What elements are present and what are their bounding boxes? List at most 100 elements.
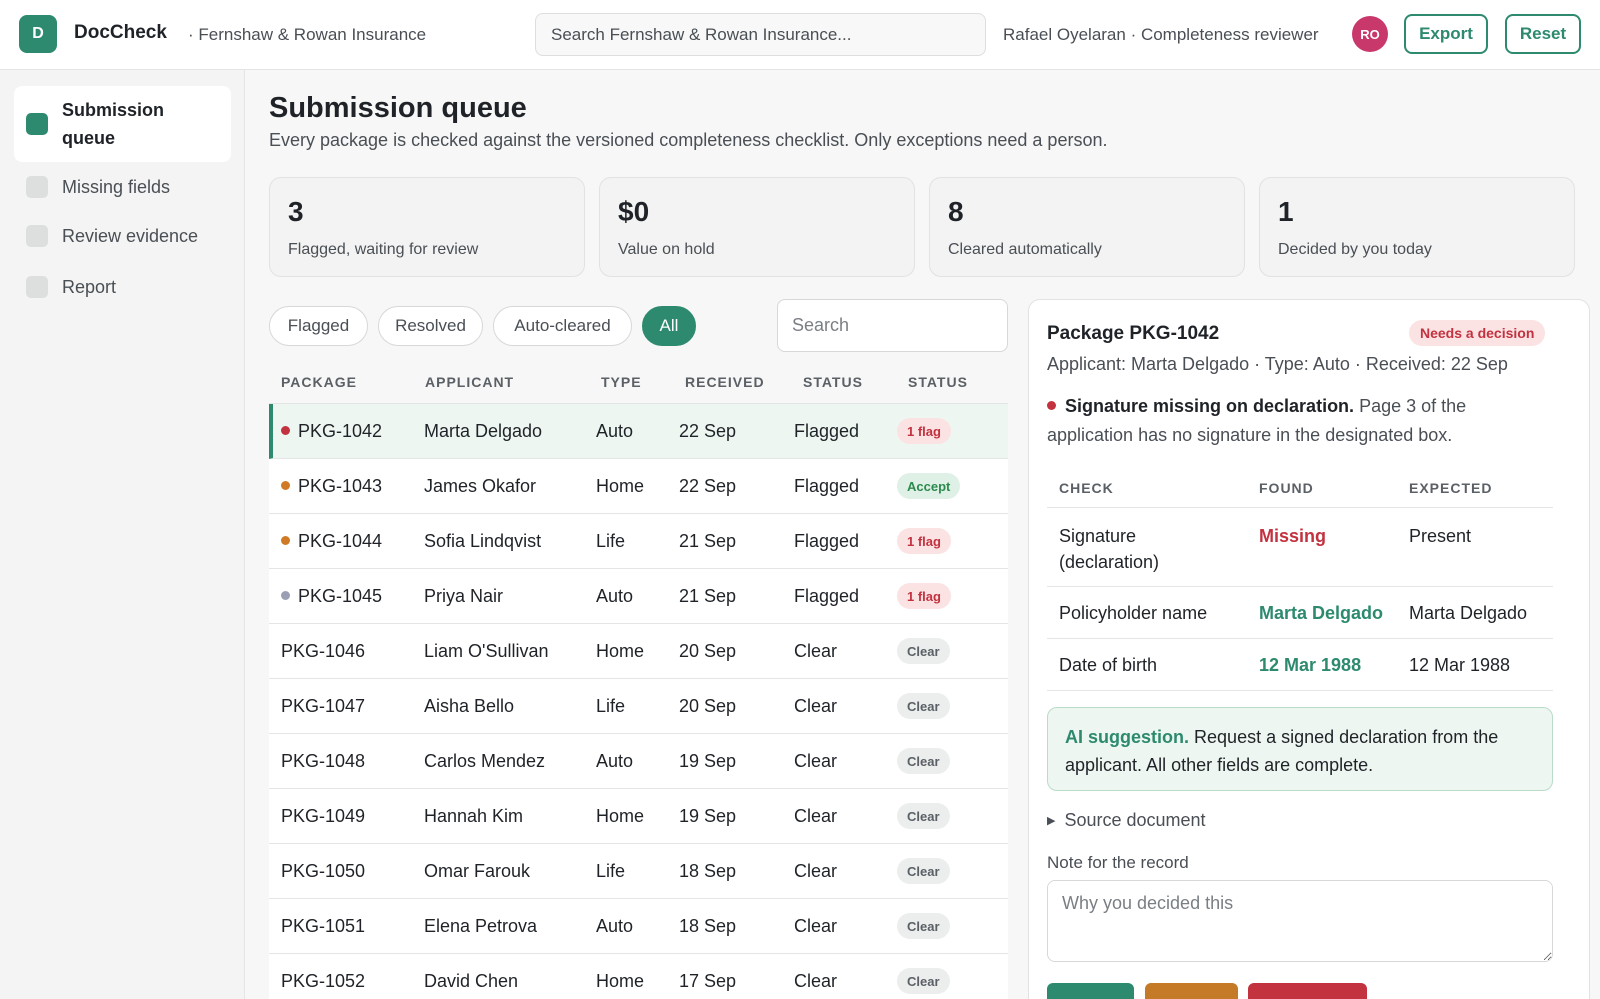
sidebar-item-review-evidence[interactable]: Review evidence bbox=[14, 222, 231, 250]
column-header-status-badge[interactable]: STATUS bbox=[908, 374, 968, 390]
check-table-header: CHECK FOUND EXPECTED bbox=[1047, 466, 1553, 508]
organization-name: · Fernshaw & Rowan Insurance bbox=[188, 25, 427, 44]
check-name: Policyholder name bbox=[1059, 603, 1208, 623]
sidebar-item-label: Missing fields bbox=[62, 176, 171, 197]
source-document-label: Source document bbox=[1064, 810, 1206, 830]
table-row[interactable]: PKG-1043 James Okafor Home 22 Sep Flagged Acc… bbox=[269, 459, 1008, 514]
cell-package-text: PKG-1052 bbox=[281, 971, 366, 991]
cell-package-text: PKG-1049 bbox=[281, 806, 366, 826]
table-row[interactable]: PKG-1049 Hannah Kim Home 19 Sep Clear Clear bbox=[269, 789, 1008, 844]
page-title: Submission queue bbox=[269, 92, 527, 124]
sidebar-item-report[interactable]: Report bbox=[14, 273, 231, 301]
check-name: Date of birth bbox=[1059, 655, 1158, 675]
cell-applicant-text: James Okafor bbox=[424, 476, 537, 496]
package-detail-panel: Package PKG-1042 Needs a decision Applic… bbox=[1028, 299, 1590, 999]
issue-title: Signature missing on declaration. bbox=[1065, 396, 1355, 416]
cell-received-text: 17 Sep bbox=[679, 971, 737, 991]
cell-status: Clear bbox=[794, 916, 837, 937]
column-header-type[interactable]: TYPE bbox=[601, 374, 642, 390]
cell-package: PKG-1049 bbox=[281, 806, 365, 827]
cell-type: Home bbox=[596, 806, 644, 827]
column-header-package[interactable]: PACKAGE bbox=[281, 374, 357, 390]
cell-status-text: Clear bbox=[794, 971, 838, 991]
avatar[interactable]: RO bbox=[1352, 16, 1388, 52]
cell-received-text: 19 Sep bbox=[679, 751, 737, 771]
cell-type: Auto bbox=[596, 751, 633, 772]
stat-label: Value on hold bbox=[618, 241, 715, 258]
global-search-input[interactable] bbox=[535, 13, 986, 56]
cell-applicant: David Chen bbox=[424, 971, 518, 992]
note-textarea[interactable] bbox=[1047, 880, 1553, 962]
table-row[interactable]: PKG-1046 Liam O'Sullivan Home 20 Sep Clear Cl… bbox=[269, 624, 1008, 679]
table-row[interactable]: PKG-1051 Elena Petrova Auto 18 Sep Clear Clea… bbox=[269, 899, 1008, 954]
request-action-button[interactable] bbox=[1145, 983, 1238, 999]
check-row: Policyholder name Marta Delgado Marta De… bbox=[1047, 587, 1553, 639]
cell-applicant: Omar Farouk bbox=[424, 861, 530, 882]
cell-package: PKG-1045 bbox=[281, 586, 382, 607]
cell-received-text: 18 Sep bbox=[679, 916, 737, 936]
sidebar-item-missing-fields[interactable]: Missing fields bbox=[14, 173, 231, 201]
row-status-badge: 1 flag bbox=[897, 418, 951, 444]
cell-applicant-text: Sofia Lindqvist bbox=[424, 531, 542, 551]
check-found: 12 Mar 1988 bbox=[1259, 655, 1362, 675]
cell-package-text: PKG-1050 bbox=[281, 861, 366, 881]
table-row[interactable]: PKG-1045 Priya Nair Auto 21 Sep Flagged 1 fla… bbox=[269, 569, 1008, 624]
check-expected: Marta Delgado bbox=[1409, 603, 1528, 623]
cell-status: Clear bbox=[794, 861, 837, 882]
page-subtitle: Every package is checked against the ver… bbox=[269, 130, 1108, 150]
filter-chip-auto-cleared[interactable]: Auto-cleared bbox=[493, 306, 632, 346]
cell-status: Flagged bbox=[794, 476, 859, 497]
cell-type-text: Home bbox=[596, 971, 645, 991]
table-row[interactable]: PKG-1047 Aisha Bello Life 20 Sep Clear Clear bbox=[269, 679, 1008, 734]
cell-type-text: Life bbox=[596, 696, 626, 716]
table-search-input[interactable] bbox=[777, 299, 1008, 352]
check-found: Marta Delgado bbox=[1259, 603, 1384, 623]
table-header: PACKAGE APPLICANT TYPE RECEIVED STATUS S… bbox=[269, 359, 1008, 404]
filter-chip-flagged[interactable]: Flagged bbox=[269, 306, 368, 346]
export-button[interactable]: Export bbox=[1404, 14, 1488, 54]
cell-applicant-text: Marta Delgado bbox=[424, 421, 543, 441]
cell-package-text: PKG-1045 bbox=[298, 586, 383, 606]
submission-table: PACKAGE APPLICANT TYPE RECEIVED STATUS S… bbox=[269, 359, 1008, 999]
row-status-badge: Clear bbox=[897, 913, 950, 939]
reject-action-button[interactable] bbox=[1248, 983, 1367, 999]
table-row[interactable]: PKG-1052 David Chen Home 17 Sep Clear Clear bbox=[269, 954, 1008, 999]
stat-card-flagged: 3 Flagged, waiting for review bbox=[269, 177, 585, 277]
column-header-received[interactable]: RECEIVED bbox=[685, 374, 765, 390]
cell-status-text: Clear bbox=[794, 861, 838, 881]
row-status-badge: Clear bbox=[897, 638, 950, 664]
filter-chip-resolved[interactable]: Resolved bbox=[378, 306, 483, 346]
cell-type: Life bbox=[596, 861, 625, 882]
check-row: Signature (declaration) Missing Present bbox=[1047, 508, 1553, 587]
nav-square-icon bbox=[26, 225, 48, 247]
cell-type: Life bbox=[596, 531, 625, 552]
source-document-toggle[interactable]: ▶ Source document bbox=[1047, 810, 1206, 831]
cell-received: 20 Sep bbox=[679, 641, 736, 662]
filter-chip-all[interactable]: All bbox=[642, 306, 696, 346]
cell-package: PKG-1047 bbox=[281, 696, 365, 717]
table-row[interactable]: PKG-1048 Carlos Mendez Auto 19 Sep Clear Clea… bbox=[269, 734, 1008, 789]
accept-action-button[interactable] bbox=[1047, 983, 1134, 999]
column-header-check: CHECK bbox=[1059, 480, 1114, 496]
cell-applicant-text: Aisha Bello bbox=[424, 696, 515, 716]
ai-suggestion: AI suggestion. Request a signed declarat… bbox=[1047, 707, 1553, 791]
reset-button[interactable]: Reset bbox=[1505, 14, 1581, 54]
column-header-status[interactable]: STATUS bbox=[803, 374, 863, 390]
stat-card-value-on-hold: $0 Value on hold bbox=[599, 177, 915, 277]
sidebar-item-submission-queue[interactable]: Submission queue bbox=[14, 86, 231, 162]
row-status-badge: Clear bbox=[897, 968, 950, 994]
cell-applicant: Marta Delgado bbox=[424, 421, 542, 442]
sidebar: Submission queue Missing fields Review e… bbox=[0, 70, 245, 999]
check-expected: 12 Mar 1988 bbox=[1409, 655, 1511, 675]
table-row[interactable]: PKG-1050 Omar Farouk Life 18 Sep Clear Clear bbox=[269, 844, 1008, 899]
table-row[interactable]: PKG-1042 Marta Delgado Auto 22 Sep Flagged 1 … bbox=[269, 404, 1008, 459]
cell-type: Home bbox=[596, 971, 644, 992]
table-row[interactable]: PKG-1044 Sofia Lindqvist Life 21 Sep Flagged… bbox=[269, 514, 1008, 569]
cell-received: 21 Sep bbox=[679, 586, 736, 607]
disclosure-triangle-icon: ▶ bbox=[1047, 815, 1056, 827]
stat-value: 8 bbox=[948, 196, 964, 227]
cell-type-text: Auto bbox=[596, 586, 634, 606]
cell-type: Auto bbox=[596, 586, 633, 607]
column-header-applicant[interactable]: APPLICANT bbox=[425, 374, 514, 390]
row-status-badge: Clear bbox=[897, 748, 950, 774]
